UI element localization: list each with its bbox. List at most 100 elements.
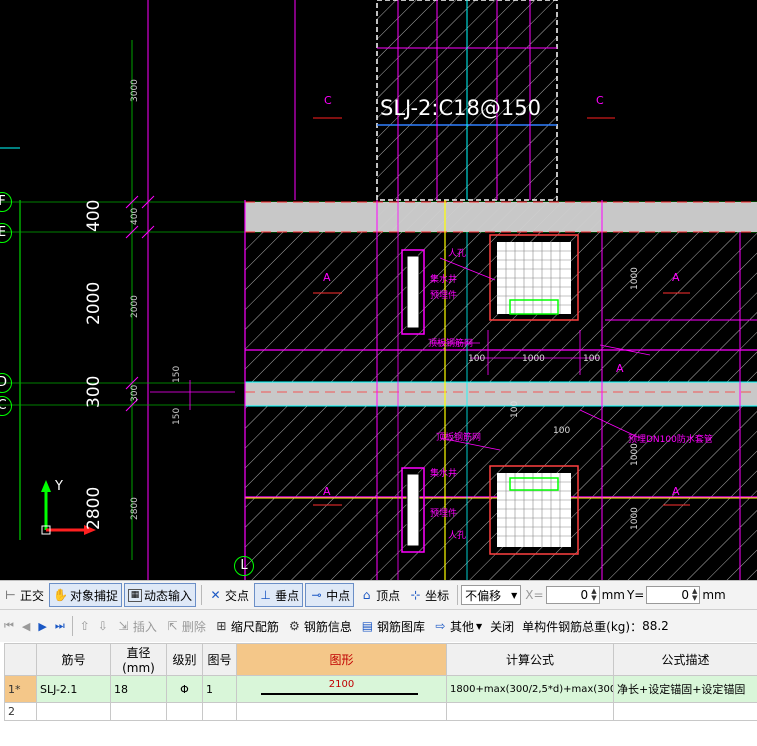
intersection-icon: ✕: [210, 587, 221, 602]
object-snap-icon: ✋: [53, 587, 68, 602]
snap-toolbar: ⊢ 正交 ✋ 对象捕捉 ▦ 动态输入 ✕ 交点 ⊥ 垂点 ⊸ 中点 ⌂ 顶点 ⊹…: [0, 580, 757, 610]
object-snap-label: 对象捕捉: [70, 588, 119, 603]
cell-description[interactable]: 净长+设定锚固+设定锚固: [613, 675, 757, 703]
offset-select[interactable]: 不偏移 ▼: [461, 585, 522, 605]
column-header-diameter[interactable]: 直径(mm): [110, 643, 167, 676]
rebar-library-label: 钢筋图库: [376, 619, 425, 634]
rebar-shape-line: [261, 693, 418, 695]
cell-shape[interactable]: [236, 702, 447, 721]
chevron-down-icon: ▼: [475, 621, 483, 631]
annotation-manhole-1: 人孔: [448, 249, 467, 259]
move-down-icon[interactable]: ⇩: [94, 619, 112, 633]
column-header-description[interactable]: 公式描述: [613, 643, 757, 676]
first-record-icon[interactable]: ⏮: [0, 619, 18, 633]
x-unit: mm: [601, 588, 625, 602]
dim-bottom-100-c: 100: [553, 426, 571, 436]
x-label: X=: [525, 588, 544, 602]
spinner-arrows-icon[interactable]: ▲ ▼: [692, 588, 697, 602]
delete-icon: ⇱: [167, 618, 178, 633]
column-header-code[interactable]: 筋号: [36, 643, 111, 676]
table-row[interactable]: 1* SLJ-2.1 18 Φ 1 2100 1800+max(300/2,5*…: [4, 675, 757, 703]
annotation-embed-2: 预埋件: [430, 509, 458, 519]
ortho-icon: ⊢: [5, 587, 16, 602]
rebar-info-label: 钢筋信息: [303, 619, 352, 634]
cell-figure[interactable]: [202, 702, 237, 721]
cell-formula[interactable]: 1800+max(300/2,5*d)+max(300/2,5*d): [446, 675, 614, 703]
toolbar-separator: [457, 585, 459, 605]
dynamic-input-icon: ▦: [128, 588, 143, 602]
y-label: Y=: [626, 588, 645, 602]
toolbar-separator: [201, 585, 203, 605]
y-value: 0: [681, 588, 689, 602]
dim-bottom-100-d: 100: [510, 400, 520, 418]
dim-bottom-1000: 1000: [522, 354, 545, 364]
perpendicular-snap[interactable]: ⊥ 垂点: [254, 583, 304, 607]
prev-record-icon[interactable]: ◀: [18, 620, 34, 633]
dim-small-150-b: 150: [172, 407, 182, 425]
cell-diameter[interactable]: 18: [110, 675, 167, 703]
section-mark-c-left: C: [324, 94, 332, 107]
dim-bottom-100-b: 100: [583, 354, 601, 364]
close-button[interactable]: 关闭: [486, 618, 518, 635]
x-coordinate-input[interactable]: 0 ▲ ▼: [545, 586, 600, 604]
cell-code[interactable]: SLJ-2.1: [36, 675, 111, 703]
dynamic-input-toggle[interactable]: ▦ 动态输入: [124, 583, 197, 607]
cell-diameter[interactable]: [110, 702, 167, 721]
scale-rebar-button[interactable]: ⊞ 缩尺配筋: [210, 618, 283, 635]
cell-description[interactable]: [613, 702, 757, 721]
dim-large-2800: 2800: [84, 486, 104, 530]
cell-grade[interactable]: Φ: [166, 675, 203, 703]
cad-drawing-canvas[interactable]: F E D C L 400 2000 300 2800 3000 400 200…: [0, 0, 757, 580]
column-header-grade[interactable]: 级别: [166, 643, 203, 676]
dim-large-2000: 2000: [84, 281, 104, 325]
intersection-snap[interactable]: ✕ 交点: [205, 584, 252, 606]
dim-small-3000: 3000: [130, 79, 140, 102]
vertex-icon: ⌂: [362, 587, 371, 602]
other-menu-button[interactable]: ⇨ 其他 ▼: [429, 618, 486, 635]
coordinate-icon: ⊹: [410, 587, 421, 602]
perpendicular-label: 垂点: [275, 588, 300, 603]
rebar-label[interactable]: SLJ-2:C18@150: [380, 96, 541, 120]
annotation-embed-1: 预埋件: [430, 291, 458, 301]
cell-figure[interactable]: 1: [202, 675, 237, 703]
row-number[interactable]: 2: [4, 702, 37, 721]
insert-button[interactable]: ⇲ 插入: [112, 618, 161, 635]
rebar-library-button[interactable]: ▤ 钢筋图库: [356, 618, 429, 635]
rebar-info-button[interactable]: ⚙ 钢筋信息: [283, 618, 356, 635]
cell-code[interactable]: [36, 702, 111, 721]
total-weight-value: 88.2: [642, 619, 669, 633]
rebar-info-icon: ⚙: [289, 618, 300, 633]
midpoint-snap[interactable]: ⊸ 中点: [305, 583, 355, 607]
next-record-icon[interactable]: ▶: [34, 620, 50, 633]
midpoint-label: 中点: [326, 588, 351, 603]
annotation-mesh-1: 顶板钢筋网: [428, 339, 474, 349]
cell-grade[interactable]: [166, 702, 203, 721]
close-label: 关闭: [490, 619, 515, 634]
column-header-formula[interactable]: 计算公式: [446, 643, 614, 676]
object-snap-toggle[interactable]: ✋ 对象捕捉: [49, 583, 123, 607]
y-coordinate-input[interactable]: 0 ▲ ▼: [646, 586, 701, 604]
last-record-icon[interactable]: ⏭: [51, 619, 69, 633]
delete-button[interactable]: ⇱ 删除: [161, 618, 210, 635]
spinner-arrows-icon[interactable]: ▲ ▼: [591, 588, 596, 602]
other-label: 其他: [449, 619, 474, 634]
delete-label: 删除: [181, 619, 206, 634]
annotation-manhole-2: 人孔: [448, 531, 467, 541]
cell-formula[interactable]: [446, 702, 614, 721]
row-number[interactable]: 1*: [4, 675, 37, 703]
coordinate-snap[interactable]: ⊹ 坐标: [405, 584, 452, 606]
column-header-figure[interactable]: 图号: [202, 643, 237, 676]
section-mark-c-right: C: [596, 94, 604, 107]
dim-small-2800: 2800: [130, 497, 140, 520]
vertex-label: 顶点: [376, 588, 401, 603]
vertex-snap[interactable]: ⌂ 顶点: [356, 584, 403, 606]
rebar-table: 筋号 直径(mm) 级别 图号 图形 计算公式 公式描述 1* SLJ-2.1 …: [4, 643, 757, 721]
dim-small-2000: 2000: [130, 295, 140, 318]
move-up-icon[interactable]: ⇧: [76, 619, 94, 633]
other-icon: ⇨: [435, 618, 446, 633]
column-header-shape[interactable]: 图形: [236, 643, 447, 676]
ortho-toggle[interactable]: ⊢ 正交: [0, 584, 47, 606]
table-row[interactable]: 2: [4, 702, 757, 721]
cell-shape[interactable]: 2100: [236, 675, 447, 703]
section-mark-a-5: A: [616, 362, 624, 375]
